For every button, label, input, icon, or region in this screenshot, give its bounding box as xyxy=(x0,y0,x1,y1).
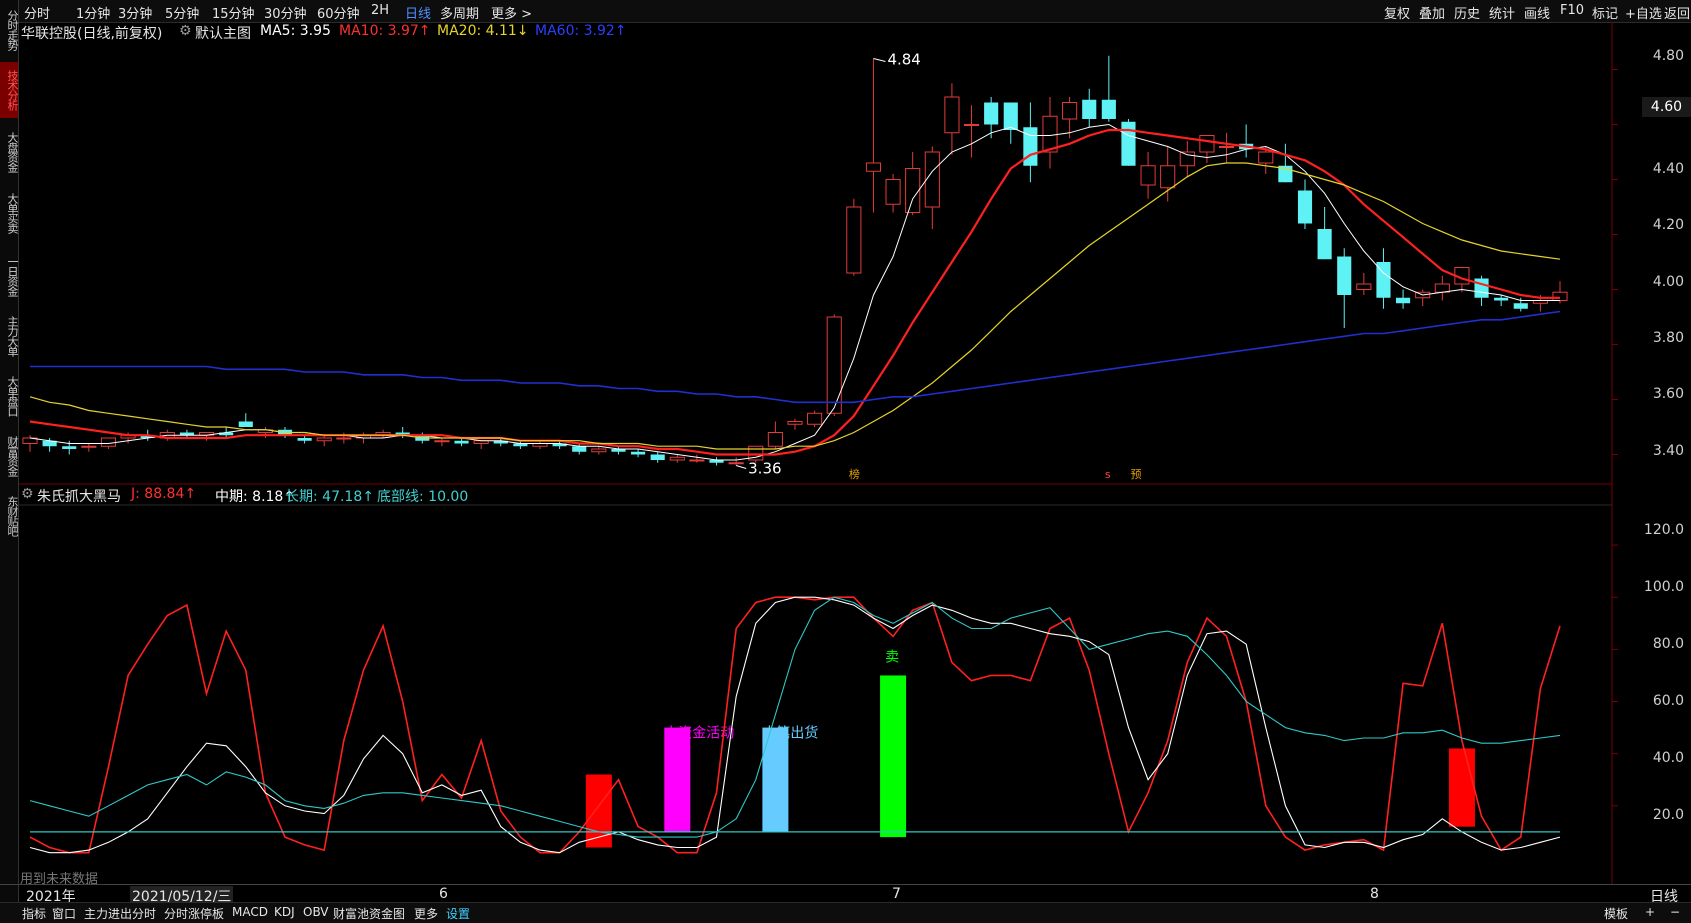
ma-line-ma20 xyxy=(29,162,1561,450)
candle-body-up xyxy=(434,440,450,443)
signal-bar xyxy=(664,727,691,832)
candle-body-up xyxy=(846,206,862,274)
bottom-tab-indicator[interactable]: 指标 xyxy=(22,905,46,922)
ma-line-ma10 xyxy=(29,128,1560,456)
candle-body-up xyxy=(963,124,980,126)
signal-bar xyxy=(1448,748,1475,827)
candle-body-up xyxy=(905,168,921,213)
candle-body-up xyxy=(944,96,960,134)
candle-body-down xyxy=(631,451,646,455)
bottom-tab-main-flow[interactable]: 主力进出分时 xyxy=(84,905,156,922)
candle-body-up xyxy=(1042,115,1058,153)
candle-body-down xyxy=(1474,278,1489,298)
candle-body-up xyxy=(316,437,332,442)
candle-body-up xyxy=(336,437,352,440)
candle-body-up xyxy=(81,445,97,448)
kline-chart[interactable]: 4.843.36 榜 s 预大资金活动 大笔出货卖 xyxy=(0,0,1691,922)
bottom-tab-settings[interactable]: 设置 xyxy=(446,905,470,922)
candle-body-up xyxy=(924,151,940,208)
candle-body-down xyxy=(454,440,469,444)
bottom-zoom-out-button[interactable]: − xyxy=(1670,905,1680,919)
candle-body-up xyxy=(689,459,705,462)
bottom-tab-window[interactable]: 窗口 xyxy=(52,905,76,922)
bottom-tab-macd[interactable]: MACD xyxy=(232,905,268,919)
x-label-august: 8 xyxy=(1370,886,1379,902)
candle-body-down xyxy=(1396,297,1411,304)
x-axis xyxy=(0,884,1691,903)
candle-body-up xyxy=(767,432,783,447)
indicator-line xyxy=(29,596,1561,838)
event-marker-yu: 预 xyxy=(1130,468,1141,481)
event-marker-s: s xyxy=(1105,468,1111,481)
candle-body-down xyxy=(572,446,587,452)
candle-body-up xyxy=(100,437,117,447)
bottom-tab-obv[interactable]: OBV xyxy=(303,905,329,919)
bottom-tab-more[interactable]: 更多 xyxy=(414,905,438,922)
candle-body-up xyxy=(787,421,803,425)
candle-body-down xyxy=(1337,256,1352,295)
candle-body-down xyxy=(1003,102,1018,130)
candle-body-up xyxy=(865,162,882,172)
candle-body-up xyxy=(1356,283,1372,290)
candle-body-down xyxy=(984,102,999,125)
candle-body-down xyxy=(1101,99,1116,119)
signal-bar xyxy=(880,675,907,838)
candle-body-up xyxy=(1199,135,1215,153)
candle-body-up xyxy=(885,179,901,205)
ma-line-ma60 xyxy=(30,310,1561,404)
low-price-label: 3.36 xyxy=(748,460,781,478)
candle-body-up xyxy=(728,462,744,465)
candle-body-up xyxy=(591,448,607,453)
candle-body-down xyxy=(1121,121,1136,166)
future-data-note: 用到未来数据 xyxy=(20,872,99,887)
bottom-template-button[interactable]: 模板 xyxy=(1604,905,1628,922)
candle-body-up xyxy=(669,456,685,461)
bottom-tab-limit-up[interactable]: 分时涨停板 xyxy=(164,905,224,922)
candle-body-down xyxy=(238,421,253,427)
signal-label: 大笔出货 xyxy=(762,725,818,742)
candle-body-down xyxy=(650,454,665,460)
low-price-pointer xyxy=(736,465,747,469)
candle-body-up xyxy=(1258,151,1274,164)
candle-body-up xyxy=(1552,291,1568,301)
x-label-june: 6 xyxy=(439,886,448,902)
candle-body-up xyxy=(1160,165,1176,189)
event-marker-bang: 榜 xyxy=(849,467,860,481)
x-label-july: 7 xyxy=(892,886,901,902)
candle-body-up xyxy=(1140,165,1156,186)
candle-body-down xyxy=(1317,229,1332,260)
bottom-tab-kdj[interactable]: KDJ xyxy=(274,905,295,919)
candle-body-down xyxy=(1297,190,1313,224)
candle-body-up xyxy=(1218,146,1235,148)
candle-body-down xyxy=(297,438,312,441)
signal-label: 卖 xyxy=(885,649,899,665)
candle-body-down xyxy=(62,446,77,449)
candle-body-down xyxy=(1494,297,1509,301)
candle-body-up xyxy=(826,316,842,414)
candle-body-up xyxy=(1062,102,1078,120)
bottom-tab-fortune-pool[interactable]: 财富池资金图 xyxy=(333,905,405,922)
bottom-indicator-bar: 指标 窗口 主力进出分时 分时涨停板 MACD KDJ OBV 财富池资金图 更… xyxy=(0,902,1691,923)
candle-body-down xyxy=(1513,303,1528,309)
high-price-label: 4.84 xyxy=(887,51,920,69)
bottom-zoom-in-button[interactable]: + xyxy=(1645,905,1655,919)
candle-body-up xyxy=(1434,283,1450,293)
candle-body-down xyxy=(1082,99,1097,119)
high-price-pointer xyxy=(873,58,886,62)
candle-body-up xyxy=(1179,151,1195,167)
candle-body-up xyxy=(807,412,823,425)
